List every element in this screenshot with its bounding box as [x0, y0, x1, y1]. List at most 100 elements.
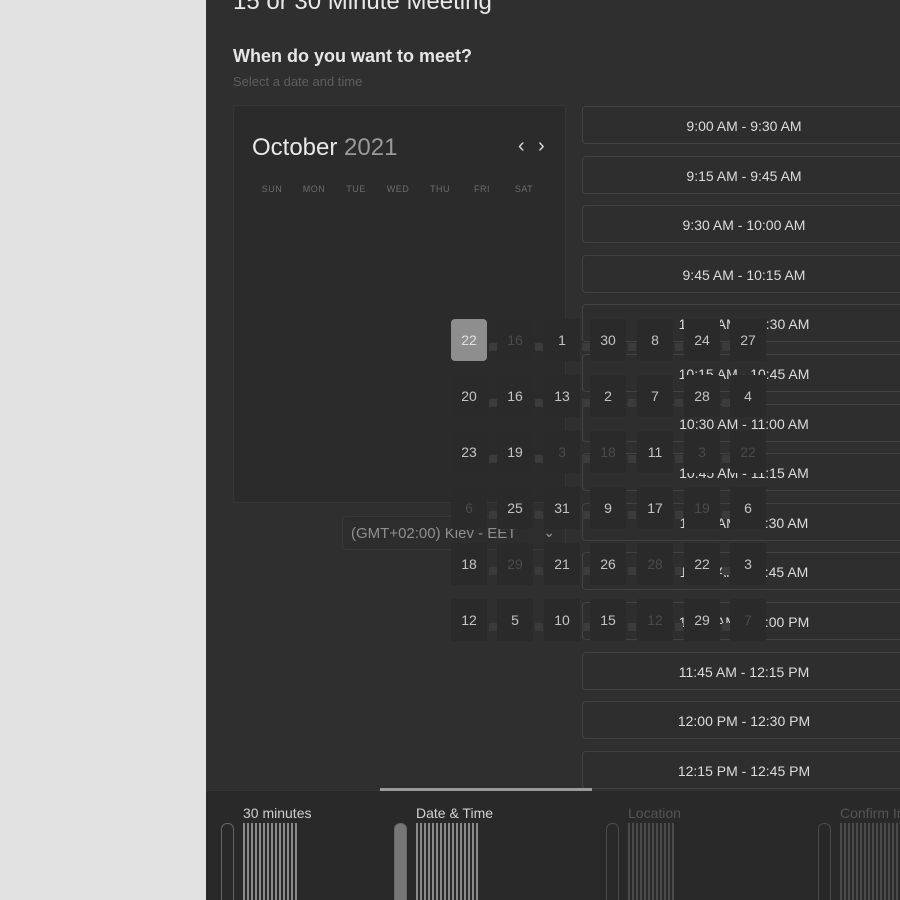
weekday-label: SAT — [514, 184, 534, 194]
calendar-day[interactable]: 7 — [637, 375, 673, 417]
calendar-day[interactable]: 13 — [544, 375, 580, 417]
calendar-day[interactable]: 27 — [730, 319, 766, 361]
grid-divider — [489, 455, 497, 463]
calendar-day[interactable]: 6 — [451, 487, 487, 529]
time-slot-label: 11:45 AM - 12:15 PM — [678, 663, 810, 680]
time-slot-label: 9:30 AM - 10:00 AM — [682, 217, 806, 234]
calendar-day[interactable]: 17 — [637, 487, 673, 529]
calendar-day[interactable]: 29 — [497, 543, 533, 585]
grid-divider — [582, 567, 590, 575]
calendar-day[interactable]: 8 — [637, 319, 673, 361]
weekday-label: SUN — [261, 184, 283, 194]
weekday-label: WED — [386, 184, 410, 194]
prev-month-button[interactable]: ‹ — [518, 136, 525, 156]
grid-divider — [489, 567, 497, 575]
time-slot-button[interactable]: 9:30 AM - 10:00 AM — [582, 205, 900, 244]
calendar-day[interactable]: 4 — [730, 375, 766, 417]
calendar-day[interactable]: 19 — [684, 487, 720, 529]
step-thumbnail — [416, 823, 480, 900]
grid-divider — [489, 511, 497, 519]
grid-divider — [628, 399, 636, 407]
step-footer: 30 minutes Date & Time Location Confirm … — [206, 788, 900, 900]
calendar-day[interactable]: 1 — [544, 319, 580, 361]
calendar-day[interactable]: 28 — [684, 375, 720, 417]
calendar-day[interactable]: 22 — [684, 543, 720, 585]
calendar-day[interactable]: 3 — [684, 431, 720, 473]
calendar-day[interactable]: 3 — [730, 543, 766, 585]
location-icon — [606, 823, 619, 900]
month-name: October — [252, 134, 338, 161]
calendar-day[interactable]: 10 — [544, 599, 580, 641]
grid-divider — [675, 343, 683, 351]
calendar-day[interactable]: 5 — [497, 599, 533, 641]
step-thumbnail — [840, 823, 900, 900]
calendar-day[interactable]: 21 — [544, 543, 580, 585]
calendar-day[interactable]: 3 — [544, 431, 580, 473]
grid-divider — [582, 623, 590, 631]
grid-divider — [489, 399, 497, 407]
timezone-label: (GMT+02:00) Kiev - EET — [351, 525, 517, 542]
section-subtitle: Select a date and time — [233, 74, 363, 89]
grid-divider — [722, 623, 730, 631]
grid-divider — [535, 455, 543, 463]
calendar-month-label: October 2021 — [252, 134, 397, 162]
grid-divider — [722, 567, 730, 575]
weekday-label: FRI — [474, 184, 490, 194]
grid-divider — [489, 343, 497, 351]
calendar-day[interactable]: 23 — [451, 431, 487, 473]
calendar-day[interactable]: 30 — [590, 319, 626, 361]
grid-divider — [582, 455, 590, 463]
grid-divider — [582, 343, 590, 351]
time-slot-label: 10:30 AM - 11:00 AM — [679, 415, 809, 432]
grid-divider — [628, 343, 636, 351]
calendar-day[interactable]: 2 — [590, 375, 626, 417]
page-title: 15 or 30 Minute Meeting — [233, 0, 492, 15]
section-heading: When do you want to meet? — [233, 46, 472, 66]
calendar-day[interactable]: 26 — [590, 543, 626, 585]
time-slot-button[interactable]: 12:15 PM - 12:45 PM — [582, 750, 900, 789]
step-label: Date & Time — [416, 805, 494, 821]
calendar-day[interactable]: 6 — [730, 487, 766, 529]
calendar-day[interactable]: 7 — [730, 599, 766, 641]
calendar-day[interactable]: 19 — [497, 431, 533, 473]
calendar-day[interactable]: 24 — [684, 319, 720, 361]
weekday-label: TUE — [346, 184, 366, 194]
calendar-day[interactable]: 9 — [590, 487, 626, 529]
step-label: Confirm Info — [840, 805, 900, 821]
calendar-day[interactable]: 25 — [497, 487, 533, 529]
time-slot-label: 9:00 AM - 9:30 AM — [686, 118, 802, 134]
calendar-day[interactable]: 16 — [497, 319, 533, 361]
grid-divider — [628, 511, 636, 519]
grid-divider — [722, 399, 730, 407]
selected-day[interactable]: 22 — [451, 319, 487, 361]
time-slot-button[interactable]: 11:45 AM - 12:15 PM — [582, 651, 900, 690]
grid-divider — [722, 455, 730, 463]
next-month-button[interactable]: › — [538, 136, 545, 156]
calendar-day[interactable]: 15 — [590, 599, 626, 641]
time-slot-button[interactable]: 9:00 AM - 9:30 AM — [582, 106, 900, 144]
calendar-day[interactable]: 20 — [451, 375, 487, 417]
grid-divider — [675, 623, 683, 631]
calendar-day[interactable]: 31 — [544, 487, 580, 529]
grid-divider — [535, 511, 543, 519]
calendar-day[interactable]: 12 — [637, 599, 673, 641]
calendar-day[interactable]: 29 — [684, 599, 720, 641]
calendar-day[interactable]: 22 — [730, 431, 766, 473]
calendar-day[interactable]: 16 — [497, 375, 533, 417]
time-slot-button[interactable]: 9:15 AM - 9:45 AM — [582, 155, 900, 194]
time-slot-button[interactable]: 12:00 PM - 12:30 PM — [582, 701, 900, 740]
grid-divider — [535, 623, 543, 631]
calendar-day[interactable]: 11 — [637, 431, 673, 473]
calendar-day[interactable]: 18 — [590, 431, 626, 473]
grid-divider — [582, 399, 590, 407]
clock-icon — [221, 823, 234, 900]
grid-divider — [489, 623, 497, 631]
calendar-day[interactable]: 12 — [451, 599, 487, 641]
calendar-day[interactable]: 28 — [637, 543, 673, 585]
step-thumbnail — [243, 823, 299, 900]
calendar-icon — [394, 823, 407, 900]
time-slot-button[interactable]: 9:45 AM - 10:15 AM — [582, 254, 900, 293]
calendar-day[interactable]: 18 — [451, 543, 487, 585]
grid-divider — [628, 623, 636, 631]
grid-divider — [675, 567, 683, 575]
